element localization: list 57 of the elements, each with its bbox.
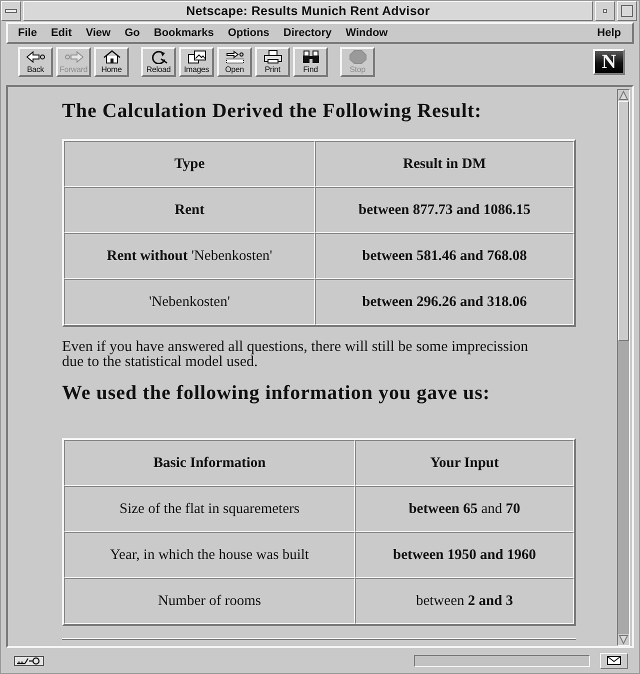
minimize-button[interactable] — [595, 1, 615, 21]
table-cell: Rent — [64, 187, 315, 233]
envelope-icon — [607, 656, 621, 665]
toolbar-button[interactable]: Back — [18, 47, 53, 77]
scrollbar-thumb[interactable] — [618, 101, 629, 341]
square-icon — [621, 5, 633, 17]
menu-item[interactable]: Bookmarks — [146, 24, 221, 42]
table-cell: 'Nebenkosten' — [64, 279, 315, 325]
maximize-button[interactable] — [617, 1, 637, 21]
page-heading: We used the following information you gave us: — [62, 382, 492, 404]
menu-item[interactable]: Directory — [276, 24, 339, 42]
window-title: Netscape: Results Munich Rent Advisor — [186, 4, 430, 18]
toolbar-button[interactable]: Reload — [141, 47, 176, 77]
printer-icon — [262, 50, 282, 64]
table-cell: between 581.46 and 768.08 — [315, 233, 574, 279]
left-arrow-icon — [26, 50, 46, 64]
table-cell: between 65 and 70 — [355, 486, 574, 532]
column-header: Basic Information — [64, 440, 355, 486]
scroll-up-arrow[interactable] — [618, 90, 629, 101]
menu-item[interactable]: Help — [590, 24, 628, 42]
menu-item[interactable]: File — [11, 24, 44, 42]
page-heading: The Calculation Derived the Following Result: — [62, 100, 483, 122]
mail-button[interactable] — [600, 652, 628, 668]
menu-item[interactable]: Window — [338, 24, 395, 42]
column-header: Result in DM — [315, 141, 574, 187]
toolbar-button[interactable]: Print — [255, 47, 290, 77]
dash-icon — [5, 9, 17, 13]
toolbar-button[interactable]: Home — [94, 47, 129, 77]
picture-icon — [186, 50, 206, 64]
table-cell: Rent without 'Nebenkosten' — [64, 233, 315, 279]
key-icon[interactable] — [14, 656, 44, 666]
scroll-down-arrow[interactable] — [618, 634, 629, 645]
menu-item[interactable]: View — [78, 24, 118, 42]
stop-sign-icon — [348, 50, 368, 64]
window-menu-button[interactable] — [1, 1, 21, 21]
toolbar-button[interactable]: Images — [179, 47, 214, 77]
table-cell: between 1950 and 1960 — [355, 532, 574, 578]
open-file-icon — [224, 50, 244, 64]
table-cell: Year, in which the house was built — [64, 532, 355, 578]
table-cell: between 296.26 and 318.06 — [315, 279, 574, 325]
note-paragraph: Even if you have answered all questions, there will still be some imprecission due to the statistical model used. — [62, 340, 530, 370]
binoculars-icon — [300, 50, 320, 64]
column-header: Your Input — [355, 440, 574, 486]
menu-item[interactable]: Go — [118, 24, 147, 42]
logo[interactable]: N — [593, 49, 625, 75]
toolbar-button[interactable]: Open — [217, 47, 252, 77]
table-cell: between 877.73 and 1086.15 — [315, 187, 574, 233]
table-cell: Number of rooms — [64, 578, 355, 624]
column-header: Type — [64, 141, 315, 187]
table-cell: Size of the flat in squaremeters — [64, 486, 355, 532]
menu-item[interactable]: Edit — [44, 24, 79, 42]
right-arrow-icon — [64, 50, 84, 64]
toolbar-button[interactable]: Find — [293, 47, 328, 77]
scrollbar-track[interactable] — [617, 89, 630, 646]
house-icon — [102, 50, 122, 64]
table-cell: between 2 and 3 — [355, 578, 574, 624]
menu-item[interactable]: Options — [220, 24, 276, 42]
